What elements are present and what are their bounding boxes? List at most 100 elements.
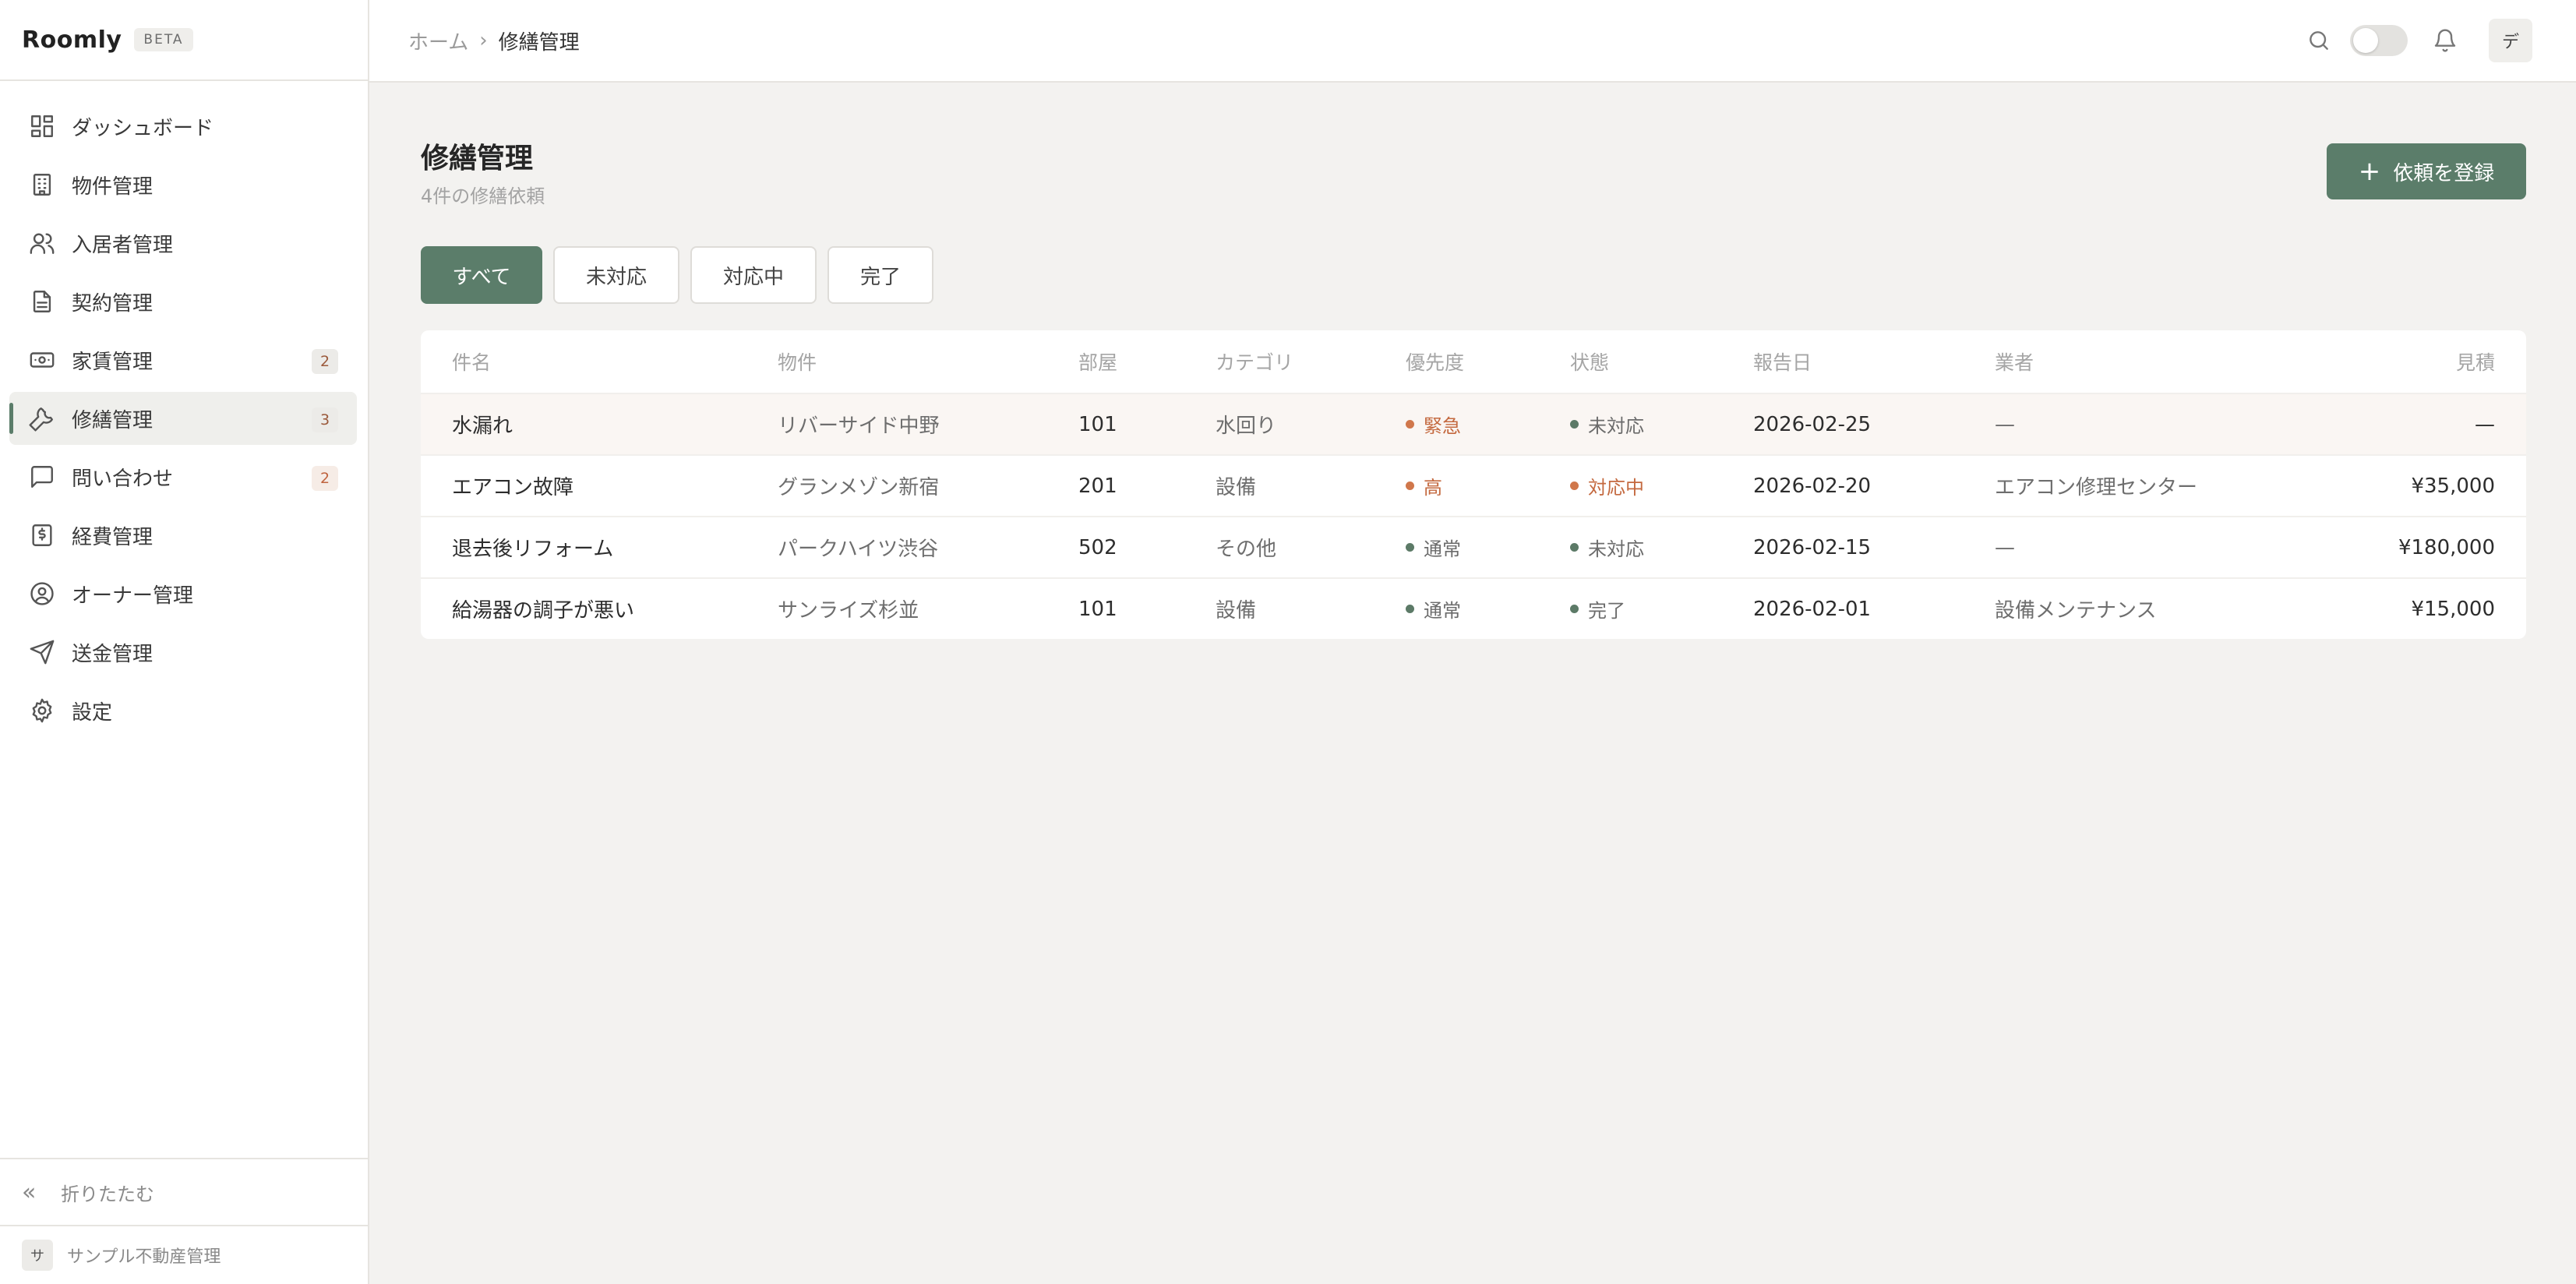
column-header-property[interactable]: 物件 bbox=[778, 330, 817, 393]
app-name[interactable]: Roomly bbox=[22, 26, 122, 54]
sidebar-item-settings[interactable]: 設定 bbox=[9, 684, 357, 737]
filter-unhandled[interactable]: 未対応 bbox=[553, 246, 679, 304]
cell-estimate: ¥180,000 bbox=[2398, 535, 2495, 559]
cell-vendor: 設備メンテナンス bbox=[1995, 599, 2157, 623]
priority-label: 通常 bbox=[1424, 600, 1461, 622]
sidebar-item-dashboard[interactable]: ダッシュボード bbox=[9, 100, 357, 153]
status-dot bbox=[1570, 605, 1579, 613]
cell-property: リバーサイド中野 bbox=[778, 414, 940, 438]
sidebar-item-inquiries[interactable]: 問い合わせ 2 bbox=[9, 450, 357, 503]
sidebar: Roomly BETA ダッシュボード 物件管理 入居者管理 契約管理 家賃管理… bbox=[0, 0, 369, 1284]
page-title: 修繕管理 bbox=[421, 143, 534, 175]
cell-vendor: — bbox=[1995, 412, 2015, 436]
cell-title: 水漏れ bbox=[452, 414, 513, 438]
priority-label: 高 bbox=[1424, 477, 1442, 499]
building-icon bbox=[28, 171, 56, 199]
sidebar-item-label: 経費管理 bbox=[72, 525, 154, 549]
cell-vendor: — bbox=[1995, 535, 2015, 559]
table-row[interactable]: 給湯器の調子が悪い サンライズ杉並 101 設備 通常 完了 2026-02-0… bbox=[421, 577, 2526, 639]
status-dot bbox=[1570, 482, 1579, 490]
column-header-title[interactable]: 件名 bbox=[452, 330, 491, 393]
sidebar-item-repairs[interactable]: 修繕管理 3 bbox=[9, 392, 357, 445]
sidebar-item-rent[interactable]: 家賃管理 2 bbox=[9, 333, 357, 386]
cell-priority: 高 bbox=[1406, 456, 1442, 516]
chevrons-left-icon: « bbox=[22, 1178, 37, 1206]
sidebar-item-label: 家賃管理 bbox=[72, 350, 154, 374]
cell-title: 給湯器の調子が悪い bbox=[452, 599, 635, 623]
table-row[interactable]: エアコン故障 グランメゾン新宿 201 設備 高 対応中 2026-02-20 … bbox=[421, 454, 2526, 516]
cell-property: グランメゾン新宿 bbox=[778, 476, 940, 499]
cell-reported: 2026-02-25 bbox=[1753, 412, 1872, 436]
priority-badge: 緊急 bbox=[1406, 411, 1461, 438]
search-icon[interactable] bbox=[2306, 28, 2331, 53]
cell-category: 設備 bbox=[1216, 476, 1257, 499]
cell-status: 未対応 bbox=[1570, 394, 1644, 454]
column-header-priority[interactable]: 優先度 bbox=[1406, 330, 1464, 393]
cell-vendor: エアコン修理センター bbox=[1995, 476, 2198, 499]
status-filter-tabs: すべて 未対応 対応中 完了 bbox=[421, 246, 944, 304]
plus-icon: + bbox=[2358, 156, 2381, 187]
status-label: 完了 bbox=[1588, 600, 1625, 622]
status-dot bbox=[1570, 543, 1579, 552]
cell-title: エアコン故障 bbox=[452, 476, 574, 499]
breadcrumb-home[interactable]: ホーム bbox=[408, 26, 468, 55]
sidebar-item-owners[interactable]: オーナー管理 bbox=[9, 567, 357, 620]
gear-icon bbox=[28, 697, 56, 725]
status-badge: 未対応 bbox=[1570, 534, 1644, 561]
status-badge: 対応中 bbox=[1570, 472, 1644, 499]
sidebar-item-remittance[interactable]: 送金管理 bbox=[9, 626, 357, 679]
beta-badge: BETA bbox=[134, 28, 193, 51]
cell-title: 退去後リフォーム bbox=[452, 538, 614, 561]
column-header-vendor[interactable]: 業者 bbox=[1995, 330, 2034, 393]
filter-all[interactable]: すべて bbox=[421, 246, 542, 304]
toggle-knob bbox=[2353, 28, 2378, 53]
banknote-icon bbox=[28, 346, 56, 374]
column-header-reported[interactable]: 報告日 bbox=[1753, 330, 1812, 393]
status-label: 未対応 bbox=[1588, 415, 1644, 437]
sidebar-item-label: オーナー管理 bbox=[72, 584, 194, 608]
collapse-sidebar-button[interactable]: « 折りたたむ bbox=[0, 1158, 368, 1225]
repairs-table: 件名 物件 部屋 カテゴリ 優先度 状態 報告日 業者 見積 水漏れ リバーサイ… bbox=[421, 330, 2526, 639]
priority-label: 通常 bbox=[1424, 538, 1461, 560]
cell-reported: 2026-02-01 bbox=[1753, 597, 1872, 621]
cell-status: 未対応 bbox=[1570, 517, 1644, 577]
sidebar-item-label: 問い合わせ bbox=[72, 467, 174, 491]
table-row[interactable]: 水漏れ リバーサイド中野 101 水回り 緊急 未対応 2026-02-25 —… bbox=[421, 393, 2526, 454]
cell-property: パークハイツ渋谷 bbox=[778, 538, 939, 561]
table-row[interactable]: 退去後リフォーム パークハイツ渋谷 502 その他 通常 未対応 2026-02… bbox=[421, 516, 2526, 577]
column-header-room[interactable]: 部屋 bbox=[1078, 330, 1117, 393]
wrench-icon bbox=[28, 404, 56, 432]
cell-room: 201 bbox=[1078, 474, 1117, 498]
bell-icon[interactable] bbox=[2433, 28, 2458, 53]
sidebar-item-properties[interactable]: 物件管理 bbox=[9, 158, 357, 211]
count-badge: 2 bbox=[312, 349, 338, 374]
column-header-category[interactable]: カテゴリ bbox=[1216, 330, 1293, 393]
add-request-button[interactable]: + 依頼を登録 bbox=[2327, 143, 2526, 199]
cell-reported: 2026-02-20 bbox=[1753, 474, 1872, 498]
filter-in-progress[interactable]: 対応中 bbox=[690, 246, 817, 304]
theme-toggle[interactable] bbox=[2350, 25, 2408, 56]
sidebar-item-tenants[interactable]: 入居者管理 bbox=[9, 217, 357, 270]
cell-status: 完了 bbox=[1570, 579, 1625, 639]
document-icon bbox=[28, 287, 56, 316]
status-badge: 完了 bbox=[1570, 595, 1625, 623]
add-request-label: 依頼を登録 bbox=[2393, 161, 2495, 185]
sidebar-item-expenses[interactable]: 経費管理 bbox=[9, 509, 357, 562]
column-header-estimate[interactable]: 見積 bbox=[2456, 330, 2495, 393]
org-avatar: サ bbox=[22, 1240, 53, 1271]
table-header: 件名 物件 部屋 カテゴリ 優先度 状態 報告日 業者 見積 bbox=[421, 330, 2526, 393]
status-dot bbox=[1406, 482, 1414, 490]
cell-estimate: ¥15,000 bbox=[2411, 597, 2495, 621]
user-avatar[interactable]: デ bbox=[2489, 19, 2532, 62]
cell-room: 101 bbox=[1078, 412, 1117, 436]
sidebar-item-label: 入居者管理 bbox=[72, 233, 174, 257]
cell-reported: 2026-02-15 bbox=[1753, 535, 1872, 559]
cell-priority: 通常 bbox=[1406, 579, 1461, 639]
dashboard-icon bbox=[28, 112, 56, 140]
sidebar-item-label: 修繕管理 bbox=[72, 408, 154, 432]
column-header-status[interactable]: 状態 bbox=[1570, 330, 1609, 393]
sidebar-item-contracts[interactable]: 契約管理 bbox=[9, 275, 357, 328]
filter-completed[interactable]: 完了 bbox=[827, 246, 933, 304]
status-badge: 未対応 bbox=[1570, 411, 1644, 438]
org-switcher[interactable]: サ サンプル不動産管理 bbox=[0, 1225, 368, 1284]
